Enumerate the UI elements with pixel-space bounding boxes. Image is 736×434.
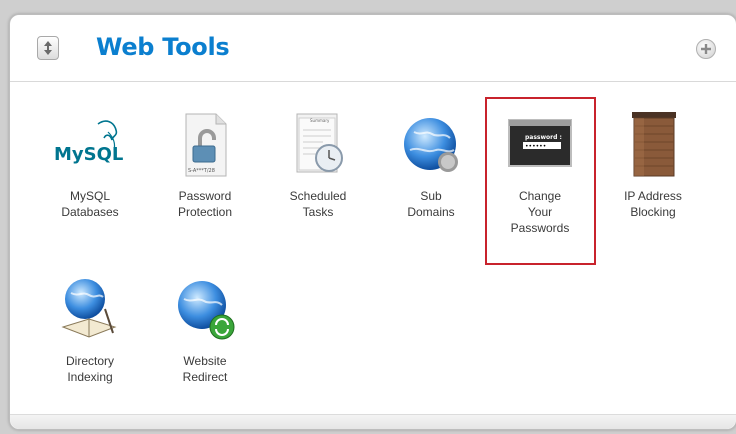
panel-footer	[10, 414, 736, 429]
globe-icon	[396, 110, 466, 180]
web-tools-panel: Web Tools MySQL MySQL Databases S-A***T/…	[9, 14, 736, 430]
tool-website-redirect[interactable]: Website Redirect	[155, 275, 255, 385]
tool-mysql-databases[interactable]: MySQL MySQL Databases	[40, 110, 140, 220]
tool-label: Sub Domains	[407, 189, 455, 219]
padlock-document-icon: S-A***T/28	[170, 110, 240, 180]
tool-label: Password Protection	[177, 189, 233, 219]
schedule-clock-icon: Summary	[283, 110, 353, 180]
svg-text:S-A***T/28: S-A***T/28	[188, 168, 215, 174]
tool-label: Scheduled Tasks	[289, 189, 347, 219]
tool-scheduled-tasks[interactable]: Summary Scheduled Tasks	[268, 110, 368, 220]
panel-title: Web Tools	[96, 33, 230, 61]
tool-label: Website Redirect	[182, 354, 228, 384]
up-down-arrow-icon	[44, 41, 52, 55]
tool-sub-domains[interactable]: Sub Domains	[381, 110, 481, 220]
svg-text:Summary: Summary	[310, 118, 330, 123]
svg-text:MySQL: MySQL	[54, 144, 123, 165]
sort-handle-button[interactable]	[37, 36, 59, 60]
selection-highlight	[485, 97, 596, 265]
brick-wall-icon	[618, 110, 688, 180]
tool-password-protection[interactable]: S-A***T/28 Password Protection	[155, 110, 255, 220]
panel-header: Web Tools	[10, 15, 736, 82]
tool-ip-address-blocking[interactable]: IP Address Blocking	[603, 110, 703, 220]
tool-label: Directory Indexing	[65, 354, 114, 384]
expand-button[interactable]	[696, 39, 716, 59]
globe-redirect-icon	[170, 275, 240, 345]
mysql-logo-icon: MySQL	[54, 110, 125, 180]
tool-label: MySQL Databases	[61, 189, 119, 219]
globe-book-icon	[55, 275, 125, 345]
tool-directory-indexing[interactable]: Directory Indexing	[40, 275, 140, 385]
plus-icon	[701, 44, 711, 54]
tool-label: IP Address Blocking	[624, 189, 682, 219]
